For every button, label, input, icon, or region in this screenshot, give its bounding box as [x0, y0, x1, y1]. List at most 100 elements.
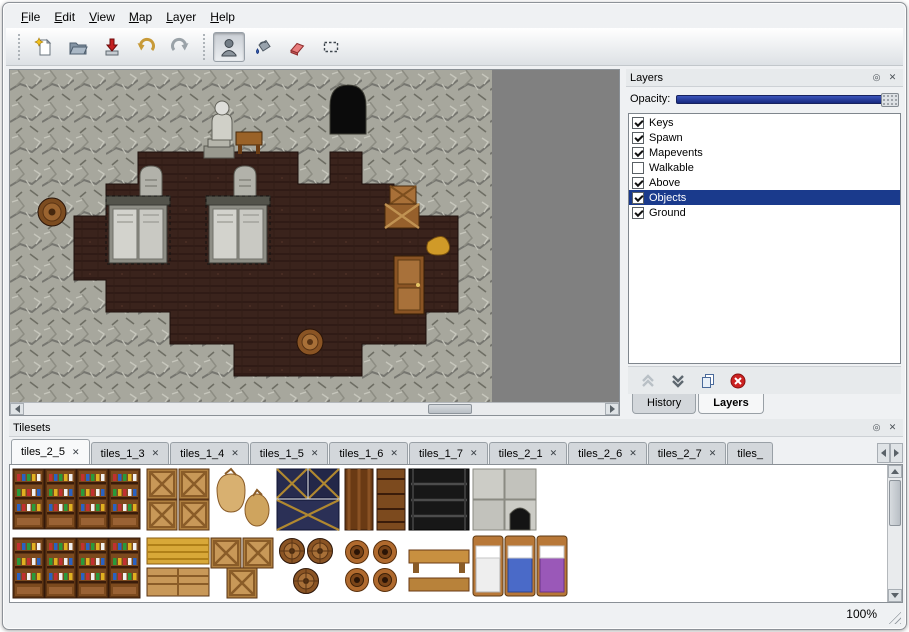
new-button[interactable] — [28, 32, 60, 62]
tileset-tab-label: tiles_2_1 — [499, 448, 543, 460]
tileset-vertical-scrollbar[interactable] — [887, 465, 902, 602]
delete-layer-icon[interactable] — [730, 373, 746, 389]
tileset-tab[interactable]: tiles_2_6 ✕ — [568, 442, 647, 464]
float-panel-icon[interactable]: ◎ — [870, 421, 883, 434]
menu-help[interactable]: Help — [203, 8, 242, 26]
layers-panel-titlebar: Layers ◎ ✕ — [626, 69, 903, 87]
toolbar-grip[interactable] — [202, 34, 207, 60]
close-tab-icon[interactable]: ✕ — [709, 448, 717, 459]
fill-button[interactable] — [247, 32, 279, 62]
layer-row[interactable]: Keys — [629, 115, 900, 130]
save-icon — [102, 37, 122, 57]
layer-visibility-checkbox[interactable] — [632, 192, 644, 204]
tilesets-panel: Tilesets ◎ ✕ tiles_2_5 ✕ tiles_1_3 ✕ til… — [9, 419, 903, 603]
close-tab-icon[interactable]: ✕ — [311, 448, 319, 459]
map-canvas[interactable] — [10, 70, 619, 402]
tileset-tab-label: tiles_1_7 — [419, 448, 463, 460]
toolbar-grip[interactable] — [17, 34, 22, 60]
menu-view[interactable]: View — [82, 8, 122, 26]
layers-panel-title: Layers — [630, 72, 867, 84]
tileset-view — [9, 464, 903, 603]
resize-grip[interactable] — [887, 610, 901, 624]
layer-row[interactable]: Spawn — [629, 130, 900, 145]
layer-label: Above — [649, 177, 680, 189]
menu-file[interactable]: File — [14, 8, 47, 26]
close-tab-icon[interactable]: ✕ — [231, 448, 239, 459]
layer-visibility-checkbox[interactable] — [632, 207, 644, 219]
tabs-scroll-right-icon[interactable] — [890, 443, 903, 463]
layer-row[interactable]: Walkable — [629, 160, 900, 175]
scroll-down-icon[interactable] — [888, 589, 902, 602]
new-file-icon — [34, 37, 54, 57]
tileset-tab[interactable]: tiles_2_5 ✕ — [11, 439, 90, 464]
tab-layers[interactable]: Layers — [698, 394, 763, 414]
close-panel-icon[interactable]: ✕ — [886, 71, 899, 84]
menubar: File Edit View Map Layer Help — [6, 6, 903, 28]
tab-history[interactable]: History — [632, 394, 696, 414]
close-tab-icon[interactable]: ✕ — [390, 448, 398, 459]
close-tab-icon[interactable]: ✕ — [550, 448, 558, 459]
tileset-tab[interactable]: tiles_2_7 ✕ — [648, 442, 727, 464]
redo-icon — [170, 37, 190, 57]
menu-edit[interactable]: Edit — [47, 8, 82, 26]
menu-map[interactable]: Map — [122, 8, 159, 26]
open-button[interactable] — [62, 32, 94, 62]
layer-row[interactable]: Above — [629, 175, 900, 190]
tileset-image[interactable] — [11, 466, 885, 602]
layers-panel: Layers ◎ ✕ Opacity: Keys Spawn Mapevents — [626, 69, 903, 416]
close-panel-icon[interactable]: ✕ — [886, 421, 899, 434]
layer-row[interactable]: Mapevents — [629, 145, 900, 160]
undo-button[interactable] — [130, 32, 162, 62]
tileset-tab-label: tiles_1_3 — [101, 448, 145, 460]
layer-label: Keys — [649, 117, 673, 129]
tilesets-panel-title: Tilesets — [13, 422, 867, 434]
layer-label: Walkable — [649, 162, 694, 174]
tabs-scroll-left-icon[interactable] — [877, 443, 890, 463]
tileset-tab[interactable]: tiles_1_3 ✕ — [91, 442, 170, 464]
redo-button[interactable] — [164, 32, 196, 62]
eraser-icon — [287, 37, 307, 57]
eraser-button[interactable] — [281, 32, 313, 62]
gate-object — [206, 196, 270, 263]
float-panel-icon[interactable]: ◎ — [870, 71, 883, 84]
tileset-tab[interactable]: tiles_1_7 ✕ — [409, 442, 488, 464]
menu-layer[interactable]: Layer — [159, 8, 203, 26]
layer-row[interactable]: Ground — [629, 205, 900, 220]
tileset-tab[interactable]: tiles_1_6 ✕ — [329, 442, 408, 464]
close-tab-icon[interactable]: ✕ — [72, 447, 80, 458]
scroll-right-icon[interactable] — [605, 403, 619, 415]
select-button[interactable] — [315, 32, 347, 62]
toolbar — [6, 28, 903, 66]
duplicate-layer-icon[interactable] — [700, 373, 716, 389]
opacity-slider-handle[interactable] — [881, 93, 899, 107]
scroll-up-icon[interactable] — [888, 465, 902, 478]
close-tab-icon[interactable]: ✕ — [470, 448, 478, 459]
opacity-row: Opacity: — [626, 87, 903, 111]
layer-row-selected[interactable]: Objects — [629, 190, 900, 205]
tileset-tab[interactable]: tiles_2_1 ✕ — [489, 442, 568, 464]
tileset-tab[interactable]: tiles_ — [727, 442, 773, 464]
tilesets-panel-titlebar: Tilesets ◎ ✕ — [9, 419, 903, 437]
close-tab-icon[interactable]: ✕ — [629, 448, 637, 459]
tileset-tab-label: tiles_2_7 — [658, 448, 702, 460]
layer-visibility-checkbox[interactable] — [632, 117, 644, 129]
close-tab-icon[interactable]: ✕ — [152, 448, 160, 459]
hscroll-thumb[interactable] — [428, 404, 472, 414]
move-layer-up-icon[interactable] — [640, 373, 656, 389]
statusbar: 100% — [6, 602, 903, 626]
crates-object — [385, 186, 419, 228]
move-layer-down-icon[interactable] — [670, 373, 686, 389]
layer-visibility-checkbox[interactable] — [632, 162, 644, 174]
open-folder-icon — [68, 37, 88, 57]
character-stamp-button[interactable] — [213, 32, 245, 62]
save-button[interactable] — [96, 32, 128, 62]
layer-visibility-checkbox[interactable] — [632, 147, 644, 159]
tileset-tab[interactable]: tiles_1_5 ✕ — [250, 442, 329, 464]
layer-visibility-checkbox[interactable] — [632, 132, 644, 144]
layer-visibility-checkbox[interactable] — [632, 177, 644, 189]
scroll-left-icon[interactable] — [10, 403, 24, 415]
vscroll-thumb[interactable] — [889, 480, 901, 526]
opacity-slider[interactable] — [676, 95, 899, 104]
tileset-tab[interactable]: tiles_1_4 ✕ — [170, 442, 249, 464]
map-horizontal-scrollbar[interactable] — [10, 402, 619, 415]
